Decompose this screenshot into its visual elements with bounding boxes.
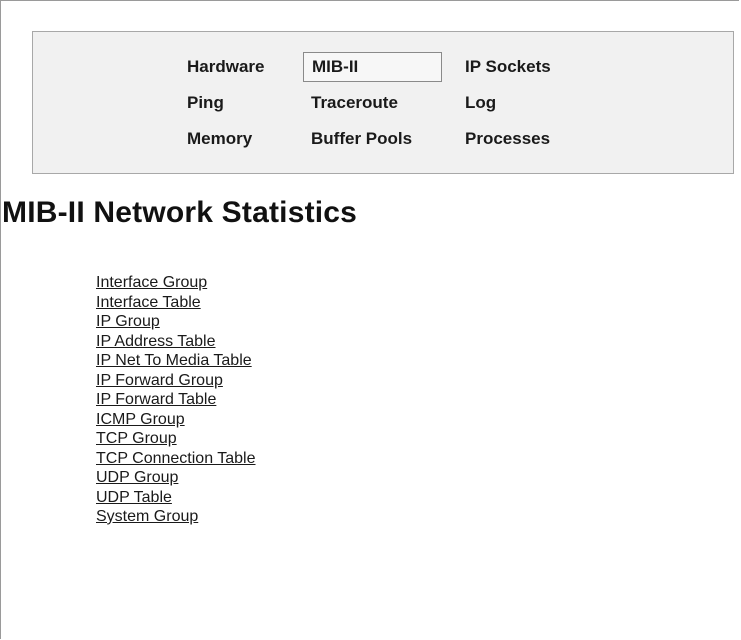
nav-menu: Hardware MIB-II IP Sockets Ping Tracerou… bbox=[183, 52, 581, 160]
list-item: IP Address Table bbox=[96, 332, 256, 352]
nav-panel: Hardware MIB-II IP Sockets Ping Tracerou… bbox=[32, 31, 734, 174]
list-item: UDP Table bbox=[96, 488, 256, 508]
nav-hardware[interactable]: Hardware bbox=[183, 52, 307, 82]
list-item: IP Forward Group bbox=[96, 371, 256, 391]
link-ip-net-to-media-table[interactable]: IP Net To Media Table bbox=[96, 352, 252, 369]
nav-mib-ii[interactable]: MIB-II bbox=[303, 52, 442, 82]
list-item: IP Net To Media Table bbox=[96, 351, 256, 371]
list-item: TCP Connection Table bbox=[96, 449, 256, 469]
nav-traceroute[interactable]: Traceroute bbox=[307, 88, 461, 118]
list-item: ICMP Group bbox=[96, 410, 256, 430]
list-item: TCP Group bbox=[96, 429, 256, 449]
link-ip-address-table[interactable]: IP Address Table bbox=[96, 333, 216, 350]
statistics-link-list: Interface Group Interface Table IP Group… bbox=[96, 273, 256, 527]
link-ip-forward-group[interactable]: IP Forward Group bbox=[96, 372, 223, 389]
link-tcp-connection-table[interactable]: TCP Connection Table bbox=[96, 450, 256, 467]
list-item: UDP Group bbox=[96, 468, 256, 488]
link-interface-group[interactable]: Interface Group bbox=[96, 274, 207, 291]
nav-ip-sockets[interactable]: IP Sockets bbox=[461, 52, 581, 82]
list-item: Interface Group bbox=[96, 273, 256, 293]
link-interface-table[interactable]: Interface Table bbox=[96, 294, 201, 311]
list-item: IP Forward Table bbox=[96, 390, 256, 410]
nav-ping[interactable]: Ping bbox=[183, 88, 307, 118]
link-udp-table[interactable]: UDP Table bbox=[96, 489, 172, 506]
page-title: MIB-II Network Statistics bbox=[2, 196, 358, 229]
link-system-group[interactable]: System Group bbox=[96, 508, 198, 525]
nav-memory[interactable]: Memory bbox=[183, 124, 307, 154]
nav-processes[interactable]: Processes bbox=[461, 124, 581, 154]
link-udp-group[interactable]: UDP Group bbox=[96, 469, 178, 486]
list-item: System Group bbox=[96, 507, 256, 527]
link-icmp-group[interactable]: ICMP Group bbox=[96, 411, 185, 428]
nav-buffer-pools[interactable]: Buffer Pools bbox=[307, 124, 461, 154]
list-item: Interface Table bbox=[96, 293, 256, 313]
link-tcp-group[interactable]: TCP Group bbox=[96, 430, 177, 447]
nav-log[interactable]: Log bbox=[461, 88, 581, 118]
link-ip-group[interactable]: IP Group bbox=[96, 313, 160, 330]
link-ip-forward-table[interactable]: IP Forward Table bbox=[96, 391, 216, 408]
list-item: IP Group bbox=[96, 312, 256, 332]
